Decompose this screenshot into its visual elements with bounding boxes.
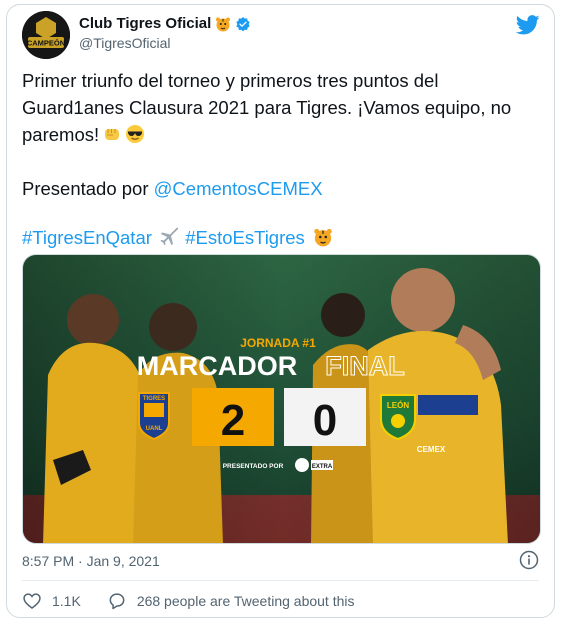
mention-cemex[interactable]: @CementosCEMEX	[154, 178, 323, 199]
leon-crest-icon: LEÓN	[380, 394, 416, 441]
tweeting-about-button[interactable]: 268 people are Tweeting about this	[107, 591, 355, 611]
tigres-crest-icon: TIGRES UANL	[138, 392, 170, 441]
title-final: FINAL	[325, 351, 404, 381]
tweet-line-3-text: paremos!	[22, 124, 100, 145]
avatar-text: CAMPEÓN	[27, 39, 65, 48]
tiger-emoji-icon	[216, 17, 231, 31]
presented-line: Presentado por @CementosCEMEX	[22, 175, 542, 202]
club-logo-icon: CAMPEÓN	[22, 11, 70, 59]
like-count: 1.1K	[52, 593, 81, 609]
away-crest-text: LEÓN	[387, 401, 409, 410]
airplane-emoji-icon	[160, 227, 179, 246]
author-name[interactable]: Club Tigres Oficial	[79, 15, 211, 32]
hashtag-esto-es-tigres[interactable]: #EstoEsTigres	[185, 227, 305, 248]
tweet-timestamp[interactable]: 8:57 PM · Jan 9, 2021	[22, 553, 160, 569]
heart-icon	[23, 593, 41, 610]
home-crest-bottom: UANL	[146, 426, 163, 432]
divider	[22, 580, 539, 581]
tweet-media[interactable]: JORNADA #1 MARCADOR FINAL TIGRES UANL 2 …	[22, 254, 541, 544]
tweet-actions: 1.1K 268 people are Tweeting about this	[22, 591, 381, 611]
author-handle[interactable]: @TigresOficial	[79, 35, 251, 51]
tweet-line-1: Primer triunfo del torneo y primeros tre…	[22, 70, 439, 91]
hashtag-tigres-en-qatar[interactable]: #TigresEnQatar	[22, 227, 152, 248]
presented-by-label: PRESENTADO POR	[223, 463, 284, 470]
home-crest-top: TIGRES	[143, 396, 165, 402]
tweet-card: CAMPEÓN Club Tigres Oficial @TigresOfici…	[6, 4, 555, 618]
presented-prefix: Presentado por	[22, 178, 154, 199]
away-score: 0	[313, 396, 337, 445]
tweet-line-2: Guard1anes Clausura 2021 para Tigres. ¡V…	[22, 97, 512, 118]
jornada-label: JORNADA #1	[240, 336, 316, 350]
title-marcador: MARCADOR	[137, 351, 297, 381]
info-icon[interactable]	[519, 550, 539, 570]
sponsor-extra: EXTRA	[312, 464, 333, 470]
tweeting-about-text: 268 people are Tweeting about this	[136, 593, 355, 609]
fist-emoji-icon	[105, 129, 120, 140]
tweet-line-3: paremos!	[22, 121, 542, 148]
jersey-sponsor: CEMEX	[417, 445, 446, 454]
final-score-graphic: JORNADA #1 MARCADOR FINAL TIGRES UANL 2 …	[23, 255, 540, 543]
hashtag-line: #TigresEnQatar #EstoEsTigres	[22, 224, 542, 251]
home-score: 2	[221, 396, 245, 445]
tiger-emoji-icon	[314, 228, 332, 247]
twitter-bird-icon[interactable]	[516, 15, 540, 35]
comment-icon	[109, 593, 125, 610]
author-block: Club Tigres Oficial @TigresOficial	[79, 15, 251, 51]
tweet-text: Primer triunfo del torneo y primeros tre…	[22, 67, 542, 251]
sunglasses-emoji-icon	[126, 125, 145, 143]
like-button[interactable]: 1.1K	[22, 591, 81, 611]
verified-badge-icon	[236, 16, 250, 31]
avatar[interactable]: CAMPEÓN	[22, 11, 70, 59]
sponsor-logo-icon	[295, 458, 309, 472]
